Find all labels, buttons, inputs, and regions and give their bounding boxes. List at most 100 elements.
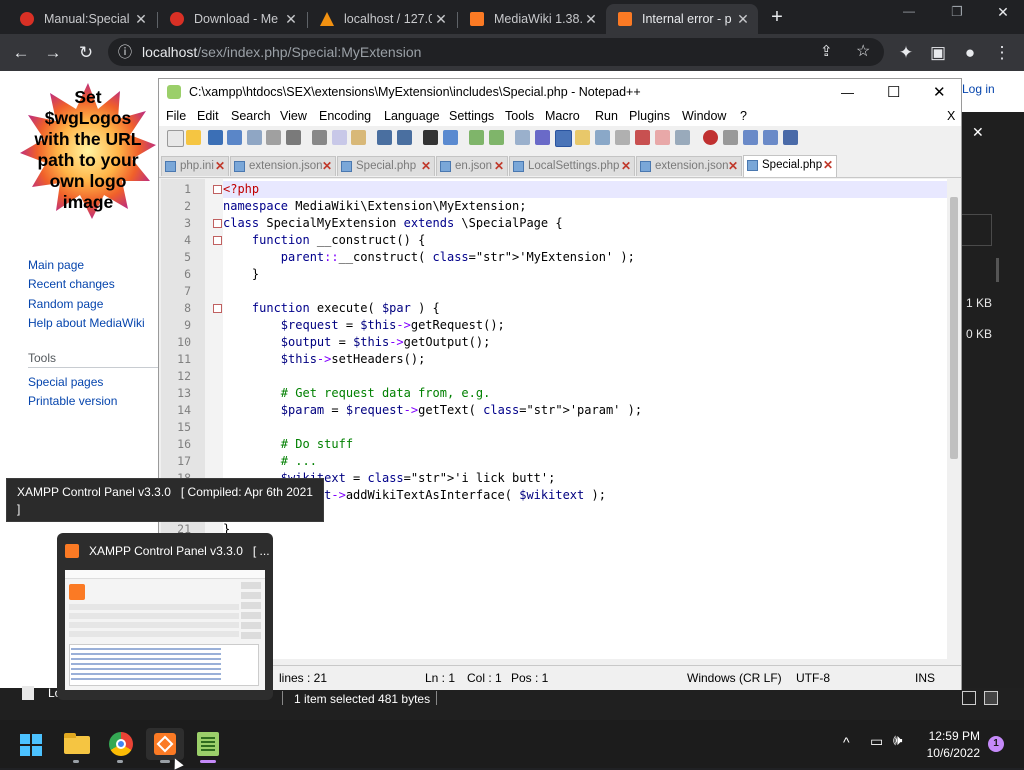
tab-close-icon[interactable]: ✕: [823, 156, 833, 175]
folder-workspace-icon[interactable]: [635, 130, 650, 145]
scrollbar-thumb[interactable]: [950, 197, 958, 459]
share-icon[interactable]: ⇪: [820, 38, 833, 66]
side-panel-icon[interactable]: ▣: [925, 40, 951, 66]
user-language-icon[interactable]: [575, 130, 590, 145]
document-map-icon[interactable]: [595, 130, 610, 145]
tab-close-icon[interactable]: ✕: [132, 11, 150, 28]
login-link[interactable]: Log in: [962, 82, 995, 96]
site-info-icon[interactable]: ⓘ: [118, 38, 132, 66]
run-macro-multiple-icon[interactable]: [763, 130, 778, 145]
zoom-in-icon[interactable]: [469, 130, 484, 145]
menu-window[interactable]: Window: [682, 109, 726, 123]
menu-macro[interactable]: Macro: [545, 109, 580, 123]
indent-guide-icon[interactable]: [555, 130, 572, 147]
maximize-icon[interactable]: ☐: [887, 79, 900, 106]
nav-link-help[interactable]: Help about MediaWiki: [28, 316, 145, 330]
tab-close-icon[interactable]: ✕: [728, 157, 738, 176]
copy-icon[interactable]: [332, 130, 347, 145]
menu-run[interactable]: Run: [595, 109, 618, 123]
function-list-icon[interactable]: [615, 130, 630, 145]
menu-search[interactable]: Search: [231, 109, 271, 123]
editor-vertical-scrollbar[interactable]: [947, 179, 961, 659]
clock-time[interactable]: 12:59 PM: [924, 729, 980, 743]
menu-edit[interactable]: Edit: [197, 109, 219, 123]
save-all-icon[interactable]: [227, 130, 242, 145]
notepad-title-bar[interactable]: C:\xampp\htdocs\SEX\extensions\MyExtensi…: [159, 79, 961, 106]
tab-close-icon[interactable]: ✕: [215, 157, 225, 176]
nav-link-recent-changes[interactable]: Recent changes: [28, 277, 115, 291]
chrome-icon[interactable]: [105, 728, 137, 760]
code-editor[interactable]: 1 <?php 2 namespace MediaWiki\Extension\MyE…: [161, 179, 947, 659]
show-all-chars-icon[interactable]: [535, 130, 550, 145]
forward-arrow-icon[interactable]: →: [40, 40, 66, 66]
menu-settings[interactable]: Settings: [449, 109, 494, 123]
fold-toggle-icon[interactable]: [213, 219, 222, 228]
play-macro-icon[interactable]: [743, 130, 758, 145]
replace-icon[interactable]: [443, 130, 458, 145]
file-tab[interactable]: extension.json ✕: [230, 156, 336, 176]
file-tab[interactable]: php.ini ✕: [161, 156, 229, 176]
zoom-out-icon[interactable]: [489, 130, 504, 145]
browser-tab[interactable]: Manual:Special p ✕: [8, 4, 156, 34]
tools-link-printable-version[interactable]: Printable version: [28, 394, 117, 408]
panel-input-box[interactable]: [962, 214, 992, 246]
extensions-puzzle-icon[interactable]: ✦: [893, 40, 919, 66]
save-macro-icon[interactable]: [783, 130, 798, 145]
wiki-logo[interactable]: Set $wgLogos with the URL path to your o…: [20, 83, 156, 219]
minimize-icon[interactable]: —: [892, 4, 926, 26]
tray-chevron-icon[interactable]: ^: [843, 734, 850, 750]
restore-icon[interactable]: ❐: [940, 4, 974, 26]
bookmark-star-icon[interactable]: ☆: [856, 38, 870, 66]
file-tab[interactable]: LocalSettings.php ✕: [509, 156, 635, 176]
notepad-plus-plus-taskbar-icon[interactable]: [192, 728, 224, 760]
save-icon[interactable]: [208, 130, 223, 145]
menu-tools[interactable]: Tools: [505, 109, 534, 123]
menu-close-doc[interactable]: X: [947, 109, 955, 123]
panel-close-icon[interactable]: ✕: [972, 124, 984, 141]
clock-date[interactable]: 10/6/2022: [924, 746, 980, 760]
tab-close-icon[interactable]: ✕: [494, 157, 504, 176]
file-tab-active[interactable]: Special.php ✕: [743, 155, 837, 177]
redo-icon[interactable]: [397, 130, 412, 145]
menu-view[interactable]: View: [280, 109, 307, 123]
file-tab[interactable]: Special.php ✕: [337, 156, 435, 176]
menu-encoding[interactable]: Encoding: [319, 109, 371, 123]
tiles-view-icon[interactable]: [984, 691, 998, 705]
cut-icon[interactable]: [312, 130, 327, 145]
fold-toggle-icon[interactable]: [213, 185, 222, 194]
taskbar-thumbnail-preview[interactable]: XAMPP Control Panel v3.3.0 [ ...: [57, 533, 273, 700]
fold-toggle-icon[interactable]: [213, 236, 222, 245]
network-icon[interactable]: ▭: [870, 733, 883, 750]
close-all-icon[interactable]: [266, 130, 281, 145]
sync-scroll-icon[interactable]: [515, 130, 530, 145]
close-icon[interactable]: ✕: [933, 79, 946, 106]
browser-tab[interactable]: Download - Me ✕: [158, 4, 306, 34]
tab-close-icon[interactable]: ✕: [282, 11, 300, 28]
stop-macro-icon[interactable]: [723, 130, 738, 145]
panel-scroll-thumb[interactable]: [996, 258, 999, 282]
undo-icon[interactable]: [377, 130, 392, 145]
nav-link-random-page[interactable]: Random page: [28, 297, 103, 311]
browser-tab[interactable]: MediaWiki 1.38. ✕: [458, 4, 606, 34]
tab-close-icon[interactable]: ✕: [322, 157, 332, 176]
menu-plugins[interactable]: Plugins: [629, 109, 670, 123]
address-bar[interactable]: ⓘ localhost/sex/index.php/Special:MyExte…: [108, 38, 884, 66]
chrome-menu-icon[interactable]: ⋮: [989, 40, 1015, 66]
record-macro-icon[interactable]: [703, 130, 718, 145]
tab-close-icon[interactable]: ✕: [582, 11, 600, 28]
volume-icon[interactable]: 🕪: [893, 732, 902, 749]
minimize-icon[interactable]: —: [841, 79, 854, 106]
menu-help[interactable]: ?: [740, 109, 747, 123]
paste-icon[interactable]: [351, 130, 366, 145]
open-file-icon[interactable]: [186, 130, 201, 145]
reload-icon[interactable]: ↻: [73, 40, 99, 66]
back-arrow-icon[interactable]: ←: [8, 40, 34, 66]
file-tab[interactable]: en.json ✕: [436, 156, 508, 176]
tab-close-icon[interactable]: ✕: [621, 157, 631, 176]
profile-avatar-icon[interactable]: ●: [957, 40, 983, 66]
print-icon[interactable]: [286, 130, 301, 145]
file-tab[interactable]: extension.json ✕: [636, 156, 742, 176]
tab-close-icon[interactable]: ✕: [421, 157, 431, 176]
close-file-icon[interactable]: [247, 130, 262, 145]
browser-tab[interactable]: localhost / 127.0 ✕: [308, 4, 456, 34]
